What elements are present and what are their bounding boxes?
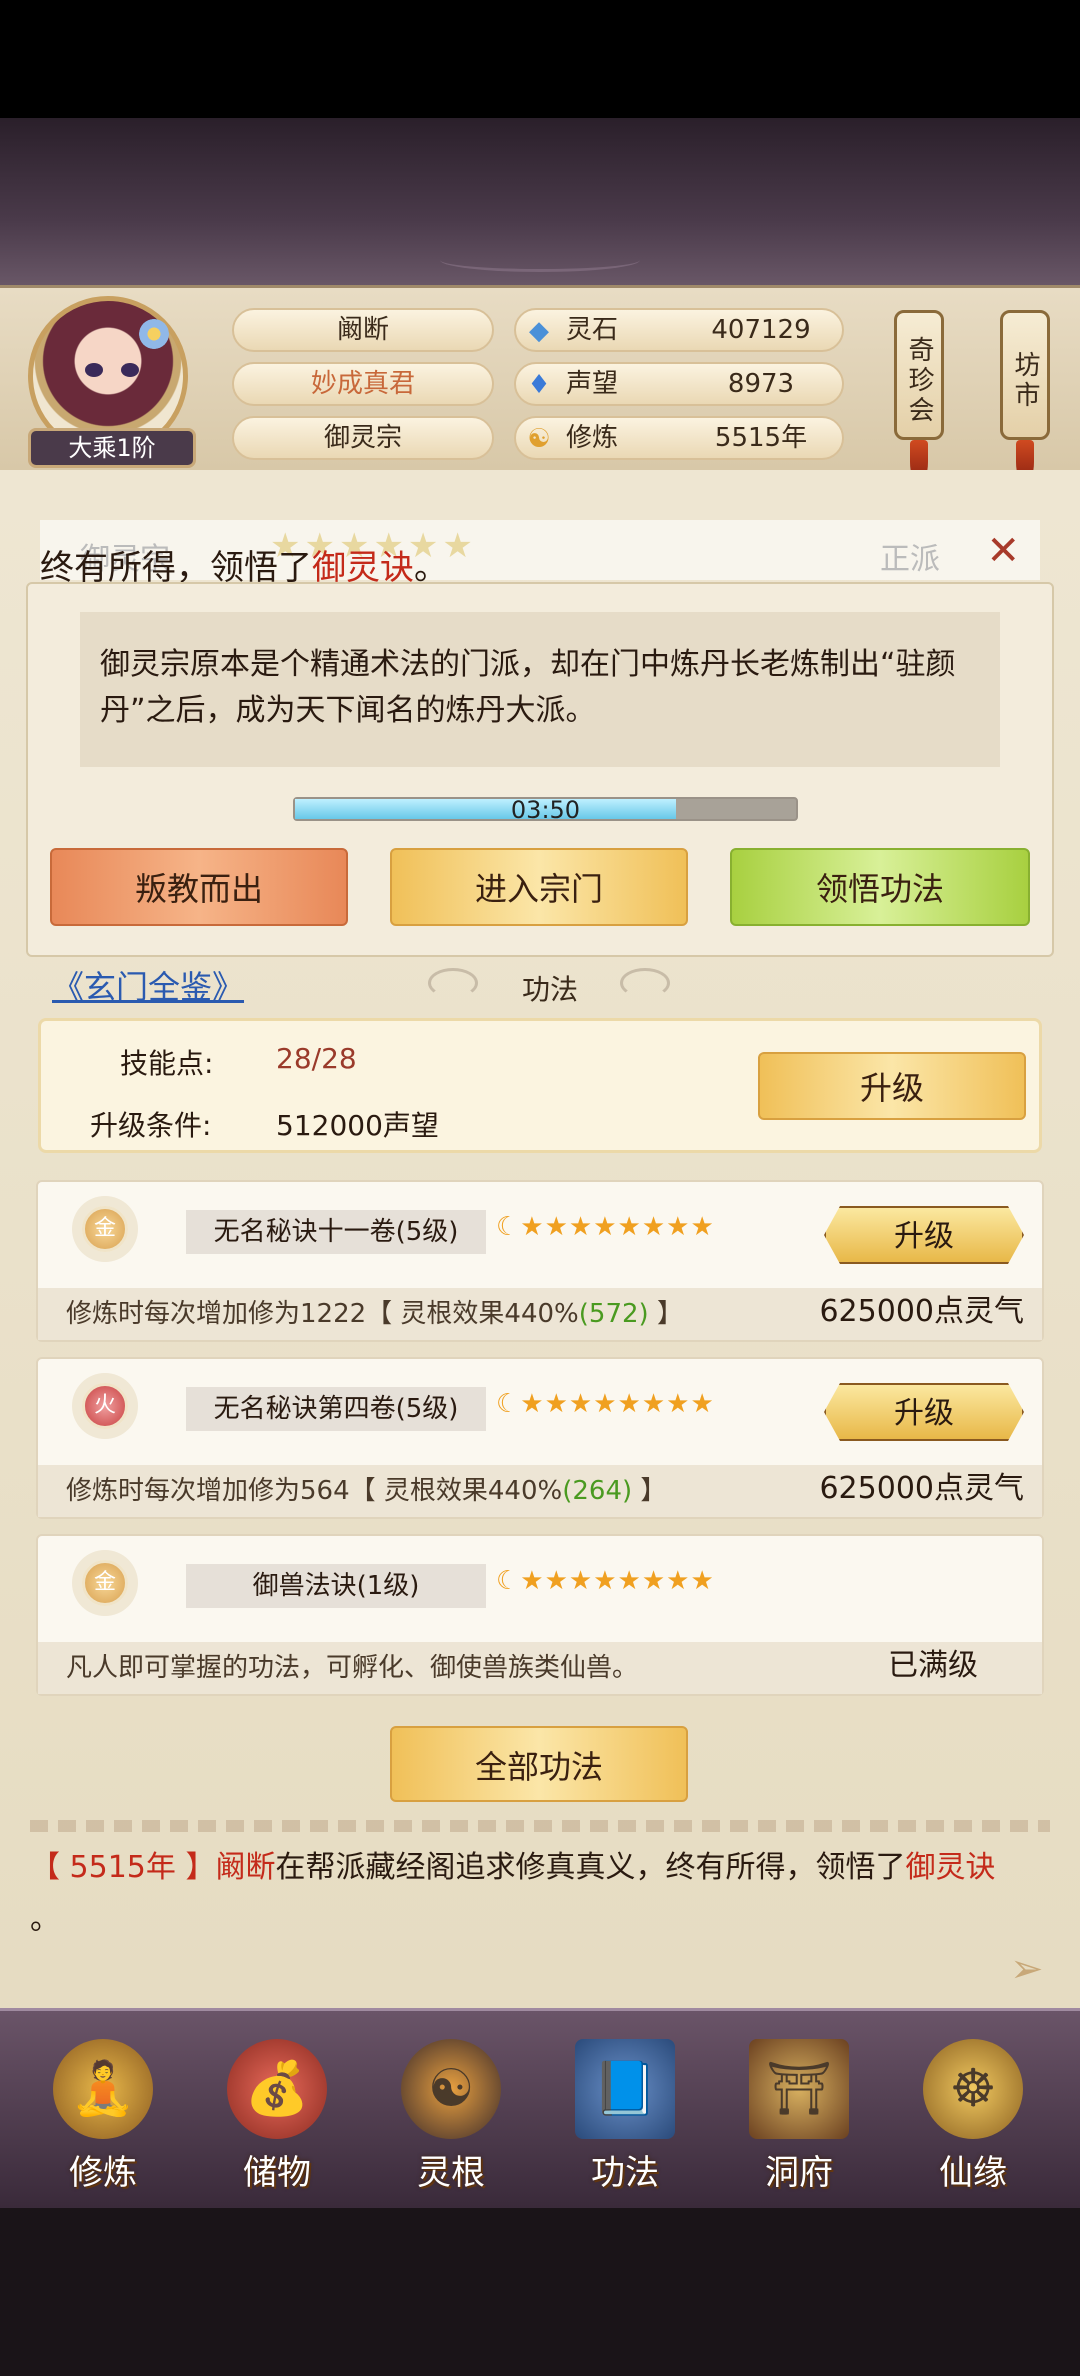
log-divider [30,1820,1050,1832]
section-title: 功法 [521,973,578,1006]
bottom-band [0,2208,1080,2376]
comprehend-technique-button[interactable]: 领悟功法 [730,848,1030,926]
technique-name: 无名秘诀十一卷(5级) [186,1210,486,1254]
faded-alignment: 正派 [880,542,940,577]
sect-description: 御灵宗原本是个精通术法的门派，却在门中炼丹长老炼制出“驻颜丹”之后，成为天下闻名… [80,612,1000,767]
technique-card: 金 御兽法诀(1级) ☾★★★★★★★★ 凡人即可掌握的功法，可孵化、御使兽族类… [36,1534,1044,1696]
technique-cost: 625000点灵气 [819,1471,1024,1506]
treasure-hall-button[interactable]: 奇珍会 [894,310,944,440]
avatar-eye-right [121,363,139,377]
nav-label: 洞府 [765,2153,833,2193]
desc-close: 】 [632,1476,667,1506]
desc-close: 】 [648,1299,683,1329]
nav-label: 储物 [243,2153,311,2193]
nav-cultivate[interactable]: 🧘 修炼 [28,2029,178,2209]
technique-cost: 625000点灵气 [819,1294,1024,1329]
betray-sect-button[interactable]: 叛教而出 [50,848,348,926]
nav-spirit-root[interactable]: ☯ 灵根 [376,2029,526,2209]
event-log: 【 5515年 】阚断在帮派藏经阁追求修真真义，终有所得，领悟了御灵诀。 [30,1842,1050,1946]
nav-techniques[interactable]: 📘 功法 [550,2029,700,2209]
flower-hairpin-icon [139,319,169,349]
nav-label: 修炼 [69,2153,137,2193]
technique-card: 金 无名秘诀十一卷(5级) ☾★★★★★★★★ 升级 修炼时每次增加修为1222… [36,1180,1044,1342]
player-sect: 御灵宗 [232,416,494,460]
immortal-fate-icon: ☸ [923,2039,1023,2139]
desc-text: 修炼时每次增加修为564【 灵根效果440% [66,1476,563,1506]
manual-book-icon: 📘 [575,2039,675,2139]
player-name: 阚断 [232,308,494,352]
player-title: 妙成真君 [232,362,494,406]
technique-max-level: 已满级 [888,1648,978,1683]
market-button[interactable]: 坊市 [1000,310,1050,440]
player-header: 大乘1阶 阚断 妙成真君 御灵宗 ◆ 灵石 407129 ♦ 声望 8973 ☯… [0,285,1080,484]
swirl-ornament-left [428,968,478,998]
log-bracket: 】 [175,1850,216,1885]
upgrade-condition-value: 512000声望 [276,1109,439,1142]
swirl-ornament-right [620,968,670,998]
element-gold-icon: 金 [82,1560,128,1606]
stat-value: 407129 [711,315,811,345]
technique-stars: ☾★★★★★★★★ [496,1566,715,1596]
top-banner [0,118,1080,288]
reputation-icon: ♦ [527,370,551,400]
close-icon[interactable]: ✕ [986,528,1020,574]
technique-description: 修炼时每次增加修为1222【 灵根效果440%(572) 】 [66,1293,683,1330]
stat-label: 灵石 [566,315,619,345]
log-end: 。 [30,1902,60,1937]
log-player-name: 阚断 [215,1850,276,1885]
nav-immortal-fate[interactable]: ☸ 仙缘 [898,2029,1048,2209]
log-skill: 御灵诀 [905,1850,996,1885]
meditate-figure-icon: 🧘 [53,2039,153,2139]
technique-stars: ☾★★★★★★★★ [496,1389,715,1419]
timer-progress-bar: 03:50 [293,796,798,824]
skill-points-value: 28/28 [276,1042,357,1075]
skill-points-label: 技能点: [120,1047,214,1080]
stat-value: 8973 [727,369,795,399]
cave-house-icon: ⛩ [749,2039,849,2139]
spirit-root-icon: ☯ [401,2039,501,2139]
desc-text: 修炼时每次增加修为1222【 灵根效果440% [66,1299,579,1329]
technique-name: 无名秘诀第四卷(5级) [186,1387,486,1431]
next-arrow-icon[interactable]: ➢ [1010,1946,1044,1992]
technique-card: 火 无名秘诀第四卷(5级) ☾★★★★★★★★ 升级 修炼时每次增加修为564【… [36,1357,1044,1519]
banner-ornament [440,248,640,272]
nav-label: 仙缘 [939,2153,1007,2193]
technique-name: 御兽法诀(1级) [186,1564,486,1608]
stat-cultivation: ☯ 修炼 5515年 [514,416,844,460]
nav-cave[interactable]: ⛩ 洞府 [724,2029,874,2209]
nav-storage[interactable]: 💰 储物 [202,2029,352,2209]
technique-stars: ☾★★★★★★★★ [496,1212,715,1242]
desc-text: 凡人即可掌握的功法，可孵化、御使兽族类仙兽。 [66,1653,639,1683]
skill-points-upgrade-button[interactable]: 升级 [758,1052,1026,1120]
storage-bag-icon: 💰 [227,2039,327,2139]
enter-sect-button[interactable]: 进入宗门 [390,848,688,926]
element-fire-icon: 火 [82,1383,128,1429]
desc-bonus: (572) [578,1299,649,1329]
nav-label: 灵根 [417,2153,485,2193]
log-bracket: 【 [30,1850,70,1885]
nav-label: 功法 [591,2153,659,2193]
technique-upgrade-button[interactable]: 升级 [824,1206,1024,1264]
all-techniques-button[interactable]: 全部功法 [390,1726,688,1802]
technique-description: 凡人即可掌握的功法，可孵化、御使兽族类仙兽。 [66,1647,638,1684]
progress-text: 03:50 [510,796,581,824]
stat-spirit-stone: ◆ 灵石 407129 [514,308,844,352]
technique-description: 修炼时每次增加修为564【 灵根效果440%(264) 】 [66,1470,666,1507]
element-gold-icon: 金 [82,1206,128,1252]
bottom-navigation: 🧘 修炼 💰 储物 ☯ 灵根 📘 功法 ⛩ 洞府 ☸ 仙缘 [0,2008,1080,2208]
desc-bonus: (264) [562,1476,633,1506]
stat-reputation: ♦ 声望 8973 [514,362,844,406]
technique-upgrade-button[interactable]: 升级 [824,1383,1024,1441]
rank-badge: 大乘1阶 [28,428,196,468]
log-text: 在帮派藏经阁追求修真真义，终有所得，领悟了 [275,1850,906,1885]
spirit-stone-icon: ◆ [529,316,549,346]
stat-value: 5515年 [714,423,808,453]
stat-label: 声望 [566,369,619,399]
upgrade-condition-label: 升级条件: [90,1109,212,1142]
avatar-eye-left [85,363,103,377]
log-year: 5515年 [69,1850,176,1885]
meditation-icon: ☯ [527,424,551,454]
xuanmen-guide-link[interactable]: 《玄门全鉴》 [52,962,244,1008]
stat-label: 修炼 [566,423,619,453]
